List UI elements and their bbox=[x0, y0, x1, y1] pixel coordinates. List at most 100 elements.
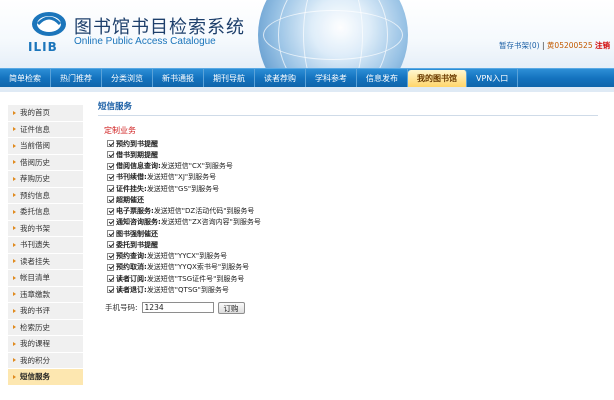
checkbox[interactable] bbox=[107, 173, 114, 181]
option-overdue-notice: 超期催还 bbox=[107, 194, 598, 205]
phone-row: 手机号码: 订购 bbox=[105, 301, 598, 314]
sidebar-item-label: 证件信息 bbox=[20, 124, 50, 134]
sidebar-item-my-points[interactable]: 我的积分 bbox=[8, 352, 83, 369]
subscribe-button[interactable]: 订购 bbox=[217, 301, 245, 314]
option-desc: 发送短信"GS"到服务号 bbox=[146, 184, 220, 193]
section-title: 定制业务 bbox=[104, 126, 136, 135]
subscription-options: 预约到书提醒 借书到期提醒 借阅信息查询: 发送短信"CX"到服务号 书刊续借: 发… bbox=[107, 138, 598, 296]
option-eticket: 电子票服务: 发送短信"DZ活动代码"到服务号 bbox=[107, 206, 598, 217]
option-forced-return: 图书强制催还 bbox=[107, 228, 598, 239]
nav-simple-search[interactable]: 简单检索 bbox=[0, 69, 51, 87]
sidebar-item-label: 我的课程 bbox=[20, 339, 50, 349]
option-reservation-arrival: 预约到书提醒 bbox=[107, 138, 598, 149]
sidebar-item-card-info[interactable]: 证件信息 bbox=[8, 121, 83, 138]
option-desc: 发送短信"CX"到服务号 bbox=[160, 162, 233, 171]
option-title: 证件挂失: bbox=[116, 184, 147, 193]
checkbox[interactable] bbox=[107, 218, 114, 226]
nav-info-publish[interactable]: 信息发布 bbox=[357, 69, 408, 87]
nav-hot-recommend[interactable]: 热门推荐 bbox=[51, 69, 102, 87]
option-title: 委托到书提醒 bbox=[116, 240, 158, 249]
system-subtitle: Online Public Access Catalogue bbox=[74, 36, 216, 47]
nav-reader-recommend[interactable]: 读者荐购 bbox=[255, 69, 306, 87]
sidebar-item-my-reviews[interactable]: 我的书评 bbox=[8, 303, 83, 320]
checkbox[interactable] bbox=[107, 286, 114, 294]
sidebar: 我的首页 证件信息 当前借阅 借阅历史 荐购历史 预约信息 委托信息 我的书架 … bbox=[8, 105, 83, 386]
option-title: 借书到期提醒 bbox=[116, 150, 158, 159]
sidebar-item-sms-service[interactable]: 短信服务 bbox=[8, 369, 83, 386]
phone-input[interactable] bbox=[141, 302, 214, 313]
option-title: 预约到书提醒 bbox=[116, 139, 158, 148]
checkbox[interactable] bbox=[107, 162, 114, 170]
sidebar-item-label: 荐购历史 bbox=[20, 174, 50, 184]
option-desc: 发送短信"QTSG"到服务号 bbox=[146, 285, 229, 294]
option-desc: 发送短信"TSG证件号"到服务号 bbox=[146, 274, 245, 283]
checkbox[interactable] bbox=[107, 230, 114, 238]
checkbox[interactable] bbox=[107, 263, 114, 271]
arrow-icon bbox=[13, 292, 16, 297]
arrow-icon bbox=[13, 325, 16, 330]
sidebar-item-report-loss[interactable]: 读者挂失 bbox=[8, 253, 83, 270]
option-desc: 发送短信"YYQX索书号"到服务号 bbox=[146, 263, 250, 272]
sidebar-item-account-list[interactable]: 帐目清单 bbox=[8, 270, 83, 287]
checkbox[interactable] bbox=[107, 196, 114, 204]
sidebar-item-label: 违章缴款 bbox=[20, 289, 50, 299]
separator: | bbox=[542, 41, 545, 50]
sidebar-item-label: 我的书架 bbox=[20, 223, 50, 233]
checkbox[interactable] bbox=[107, 185, 114, 193]
arrow-icon bbox=[13, 143, 16, 148]
sidebar-item-current-loans[interactable]: 当前借阅 bbox=[8, 138, 83, 155]
sidebar-item-label: 书刊遗失 bbox=[20, 240, 50, 250]
checkbox[interactable] bbox=[107, 151, 114, 159]
option-reader-subscribe: 读者订阅: 发送短信"TSG证件号"到服务号 bbox=[107, 273, 598, 284]
option-title: 预约查询: bbox=[116, 252, 147, 261]
sidebar-item-loan-history[interactable]: 借阅历史 bbox=[8, 154, 83, 171]
sidebar-item-recommend-history[interactable]: 荐购历史 bbox=[8, 171, 83, 188]
option-title: 书刊续借: bbox=[116, 173, 147, 182]
sidebar-item-label: 我的首页 bbox=[20, 108, 50, 118]
logo-text: ILIB bbox=[28, 40, 58, 54]
nav-subbar bbox=[0, 87, 614, 92]
option-title: 借阅信息查询: bbox=[116, 162, 161, 171]
nav-category-browse[interactable]: 分类浏览 bbox=[102, 69, 153, 87]
user-name-link[interactable]: 黄05200525 bbox=[547, 41, 593, 50]
nav-journal-nav[interactable]: 期刊导航 bbox=[204, 69, 255, 87]
logout-link[interactable]: 注销 bbox=[595, 41, 610, 50]
sidebar-item-search-history[interactable]: 检索历史 bbox=[8, 319, 83, 336]
sidebar-item-label: 当前借阅 bbox=[20, 141, 50, 151]
sidebar-item-my-courses[interactable]: 我的课程 bbox=[8, 336, 83, 353]
header: ILIB 图书馆书目检索系统 Online Public Access Cata… bbox=[0, 0, 614, 68]
sidebar-item-home[interactable]: 我的首页 bbox=[8, 105, 83, 122]
page-title: 短信服务 bbox=[98, 100, 598, 116]
sidebar-item-label: 短信服务 bbox=[20, 372, 50, 382]
nav-vpn[interactable]: VPN入口 bbox=[467, 69, 519, 87]
sidebar-item-my-shelf[interactable]: 我的书架 bbox=[8, 220, 83, 237]
checkbox[interactable] bbox=[107, 140, 114, 148]
checkbox[interactable] bbox=[107, 241, 114, 249]
sidebar-item-reservations[interactable]: 预约信息 bbox=[8, 187, 83, 204]
arrow-icon bbox=[13, 160, 16, 165]
arrow-icon bbox=[13, 358, 16, 363]
nav-new-books[interactable]: 新书通报 bbox=[153, 69, 204, 87]
option-desc: 发送短信"XJ"到服务号 bbox=[146, 173, 217, 182]
sidebar-item-delegations[interactable]: 委托信息 bbox=[8, 204, 83, 221]
option-renewal: 书刊续借: 发送短信"XJ"到服务号 bbox=[107, 172, 598, 183]
nav-subject-reference[interactable]: 学科参考 bbox=[306, 69, 357, 87]
checkbox[interactable] bbox=[107, 275, 114, 283]
sidebar-item-lost-books[interactable]: 书刊遗失 bbox=[8, 237, 83, 254]
sidebar-item-fines[interactable]: 违章缴款 bbox=[8, 286, 83, 303]
option-reservation-query: 预约查询: 发送短信"YYCX"到服务号 bbox=[107, 251, 598, 262]
arrow-icon bbox=[13, 308, 16, 313]
cart-link[interactable]: 暂存书架(0) bbox=[499, 41, 540, 50]
option-desc: 发送短信"DZ活动代码"到服务号 bbox=[153, 207, 255, 216]
checkbox[interactable] bbox=[107, 252, 114, 260]
option-title: 图书强制催还 bbox=[116, 229, 158, 238]
option-due-reminder: 借书到期提醒 bbox=[107, 149, 598, 160]
arrow-icon bbox=[13, 341, 16, 346]
sidebar-item-label: 借阅历史 bbox=[20, 157, 50, 167]
nav-my-library[interactable]: 我的图书馆 bbox=[408, 70, 467, 87]
option-desc: 发送短信"ZX咨询内容"到服务号 bbox=[160, 218, 261, 227]
phone-label: 手机号码: bbox=[105, 303, 138, 312]
arrow-icon bbox=[13, 275, 16, 280]
option-loan-query: 借阅信息查询: 发送短信"CX"到服务号 bbox=[107, 161, 598, 172]
checkbox[interactable] bbox=[107, 207, 114, 215]
